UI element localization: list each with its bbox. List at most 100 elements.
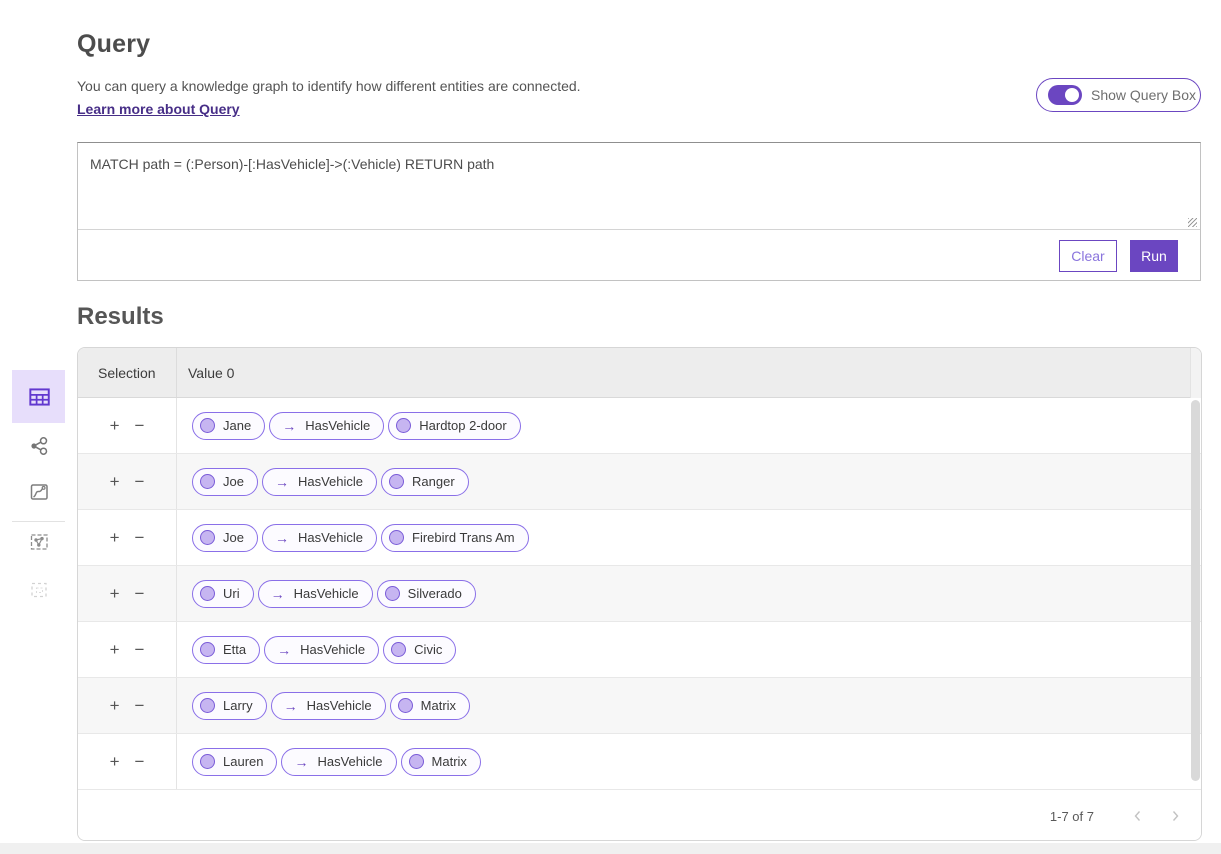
results-title: Results — [77, 303, 164, 331]
remove-selection-button[interactable]: − — [135, 641, 145, 658]
query-input[interactable]: MATCH path = (:Person)-[:HasVehicle]->(:… — [78, 143, 1200, 230]
node-chip-target: Silverado — [377, 580, 476, 608]
add-selection-button[interactable]: + — [110, 753, 120, 770]
add-selection-button[interactable]: + — [110, 417, 120, 434]
remove-selection-button[interactable]: − — [135, 529, 145, 546]
row-selection-cell: + − — [78, 566, 177, 621]
row-value-cell: Jane → HasVehicle Hardtop 2-door — [177, 398, 1201, 453]
row-selection-cell: + − — [78, 622, 177, 677]
table-row: + − Etta → HasVehicle Civic — [78, 622, 1201, 678]
node-label: Etta — [223, 642, 246, 657]
node-label: Larry — [223, 698, 253, 713]
node-label: Civic — [414, 642, 442, 657]
node-chip-source: Larry — [192, 692, 267, 720]
add-selection-button[interactable]: + — [110, 641, 120, 658]
edge-label: HasVehicle — [300, 642, 365, 657]
add-selection-button[interactable]: + — [110, 529, 120, 546]
add-selection-button[interactable]: + — [110, 585, 120, 602]
edge-arrow-icon: → — [282, 418, 296, 434]
map-view-button[interactable] — [12, 469, 65, 515]
row-value-cell: Uri → HasVehicle Silverado — [177, 566, 1201, 621]
resize-grip-icon[interactable] — [1188, 218, 1197, 227]
node-chip-target: Firebird Trans Am — [381, 524, 529, 552]
add-selection-button[interactable]: + — [110, 473, 120, 490]
node-label: Silverado — [408, 586, 462, 601]
remove-selection-button[interactable]: − — [135, 753, 145, 770]
remove-selection-button[interactable]: − — [135, 697, 145, 714]
edge-label: HasVehicle — [298, 474, 363, 489]
node-circle-icon — [385, 586, 400, 601]
learn-more-link[interactable]: Learn more about Query — [77, 101, 240, 117]
row-value-cell: Etta → HasVehicle Civic — [177, 622, 1201, 677]
map-graph-view-button[interactable] — [12, 519, 65, 565]
edge-label: HasVehicle — [307, 698, 372, 713]
add-selection-button[interactable]: + — [110, 697, 120, 714]
node-label: Joe — [223, 530, 244, 545]
node-circle-icon — [396, 418, 411, 433]
query-page: Query You can query a knowledge graph to… — [0, 0, 1221, 854]
node-chip-target: Civic — [383, 636, 456, 664]
row-value-cell: Lauren → HasVehicle Matrix — [177, 734, 1201, 789]
table-row: + − Joe → HasVehicle Firebird Trans Am — [78, 510, 1201, 566]
table-row: + − Uri → HasVehicle Silverado — [78, 566, 1201, 622]
edge-label: HasVehicle — [294, 586, 359, 601]
remove-selection-button[interactable]: − — [135, 417, 145, 434]
node-label: Joe — [223, 474, 244, 489]
show-query-box-toggle[interactable]: Show Query Box — [1036, 78, 1201, 112]
edge-chip: → HasVehicle — [281, 748, 396, 776]
row-selection-cell: + − — [78, 510, 177, 565]
table-body: + − Jane → HasVehicle Hardtop 2-door + − — [78, 398, 1201, 791]
edge-chip: → HasVehicle — [269, 412, 384, 440]
node-label: Ranger — [412, 474, 455, 489]
node-chip-target: Ranger — [381, 468, 469, 496]
node-circle-icon — [200, 586, 215, 601]
row-value-cell: Larry → HasVehicle Matrix — [177, 678, 1201, 733]
node-chip-source: Joe — [192, 524, 258, 552]
graph-view-icon — [27, 434, 51, 458]
node-circle-icon — [389, 530, 404, 545]
results-table: Selection Value 0 + − Jane → HasVehicle … — [77, 347, 1202, 841]
node-chip-target: Hardtop 2-door — [388, 412, 520, 440]
pagination-next-button[interactable] — [1167, 808, 1183, 824]
node-circle-icon — [200, 642, 215, 657]
pagination-range: 1-7 of 7 — [1050, 809, 1094, 824]
edge-label: HasVehicle — [298, 530, 363, 545]
table-view-button[interactable] — [12, 370, 65, 423]
toggle-knob — [1065, 88, 1079, 102]
edge-arrow-icon: → — [284, 698, 298, 714]
remove-selection-button[interactable]: − — [135, 473, 145, 490]
node-circle-icon — [200, 418, 215, 433]
node-circle-icon — [200, 698, 215, 713]
scrollbar-gutter — [1190, 348, 1201, 398]
graph-view-button[interactable] — [12, 423, 65, 469]
edge-chip: → HasVehicle — [262, 468, 377, 496]
node-circle-icon — [389, 474, 404, 489]
node-label: Jane — [223, 418, 251, 433]
node-circle-icon — [409, 754, 424, 769]
node-circle-icon — [200, 530, 215, 545]
page-description: You can query a knowledge graph to ident… — [77, 78, 581, 94]
scrollbar-thumb[interactable] — [1191, 400, 1200, 781]
remove-selection-button[interactable]: − — [135, 585, 145, 602]
table-header: Selection Value 0 — [78, 348, 1201, 398]
toggle-label: Show Query Box — [1091, 87, 1196, 103]
chevron-left-icon — [1130, 808, 1146, 824]
clear-button[interactable]: Clear — [1059, 240, 1117, 272]
node-chip-source: Joe — [192, 468, 258, 496]
expand-view-button[interactable] — [12, 567, 65, 613]
node-label: Hardtop 2-door — [419, 418, 506, 433]
edge-arrow-icon: → — [275, 530, 289, 546]
map-view-icon — [27, 480, 51, 504]
row-selection-cell: + − — [78, 398, 177, 453]
node-label: Firebird Trans Am — [412, 530, 515, 545]
run-button[interactable]: Run — [1130, 240, 1178, 272]
edge-chip: → HasVehicle — [264, 636, 379, 664]
node-label: Lauren — [223, 754, 263, 769]
edge-arrow-icon: → — [277, 642, 291, 658]
edge-chip: → HasVehicle — [262, 524, 377, 552]
pagination-prev-button[interactable] — [1130, 808, 1146, 824]
edge-chip: → HasVehicle — [258, 580, 373, 608]
edge-label: HasVehicle — [305, 418, 370, 433]
edge-label: HasVehicle — [317, 754, 382, 769]
toggle-switch-icon[interactable] — [1048, 85, 1082, 105]
